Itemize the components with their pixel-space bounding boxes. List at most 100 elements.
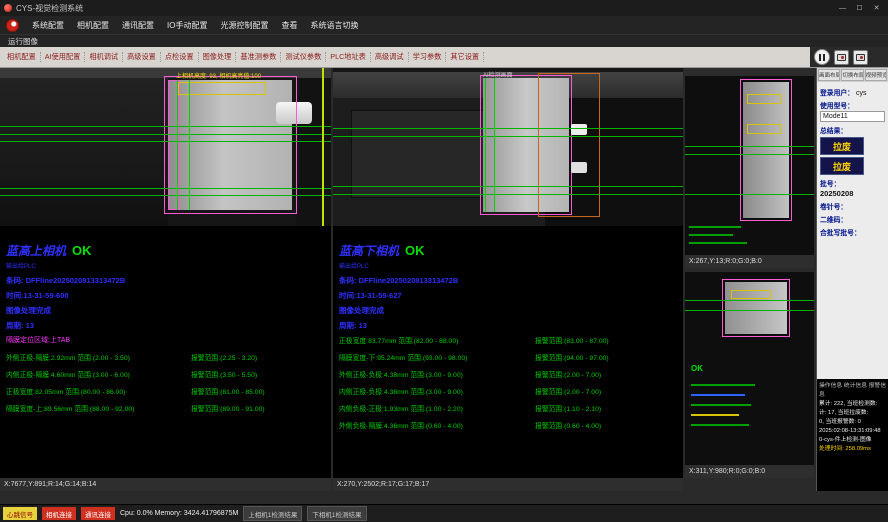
layout-button-3[interactable]: 视频预览 xyxy=(865,69,887,81)
tab-spot-check[interactable]: 点检设置 xyxy=(161,52,199,62)
info-text-line xyxy=(691,404,751,406)
app-icon xyxy=(4,4,12,12)
batch-label: 批号： xyxy=(820,178,885,188)
lower-camera-image[interactable]: AI检测画面 xyxy=(333,68,683,226)
tab-plc-address-table[interactable]: PLC地址表 xyxy=(326,52,371,62)
roi-box-yellow xyxy=(747,124,781,134)
measurement-value: 正极宽度:82.05mm 范围:(80.00 - 86.00) xyxy=(6,386,191,396)
measurement-row: 正极宽度:82.05mm 范围:(80.00 - 86.00) 报警范围:(81… xyxy=(6,386,325,396)
menu-light-control-config[interactable]: 光源控制配置 xyxy=(220,20,268,31)
pause-button[interactable] xyxy=(814,49,830,65)
preview-bottom-image[interactable]: OK xyxy=(685,272,814,465)
tab-image-processing[interactable]: 图像处理 xyxy=(199,52,237,62)
measurement-value: 内侧负极-正极:1.93mm 范围:(1.00 - 2.20) xyxy=(339,403,535,413)
run-image-menu-item[interactable]: 运行图像 xyxy=(8,36,38,47)
measurement-row: 外侧负极-隔膜:4.36mm 范围:(0.60 - 4.00) 报警范围:(0.… xyxy=(339,420,677,430)
roi-box-magenta xyxy=(164,76,297,214)
tab-other-settings[interactable]: 其它设置 xyxy=(446,52,484,62)
cycle-readout: 周期: 13 xyxy=(6,320,325,331)
measurement-value: 隔膜宽度-上:89.56mm 范围:(88.00 - 92.00) xyxy=(6,403,191,413)
app-window: CYS-视觉检测系统 — ☐ ✕ 系统配置 相机配置 通讯配置 IO手动配置 光… xyxy=(0,0,888,522)
camera-height-label: 上相机高度: 93, 相机高亮值:100 xyxy=(176,71,261,80)
menu-view[interactable]: 查看 xyxy=(281,20,297,31)
tab-learning-params[interactable]: 学习参数 xyxy=(409,52,447,62)
measurement-row: 内侧正极-隔膜:4.60mm 范围:(3.00 - 6.00) 报警范围:(3.… xyxy=(6,369,325,379)
alarm-range: 报警范围:(2.25 - 3.20) xyxy=(191,352,325,362)
close-button[interactable]: ✕ xyxy=(869,2,884,14)
preview-column: X:267,Y:13;R:0;G:0;B:0 OK X:311,Y xyxy=(685,68,814,491)
plc-output-note: 输出给PLC xyxy=(6,261,325,270)
tab-baseline-params[interactable]: 基准测参数 xyxy=(236,52,281,62)
pixel-coord-readout: X:267,Y:13;R:0;G:0;B:0 xyxy=(685,255,814,268)
statistics-panel: 操作信息 统计信息 报警信息 累计: 222, 当班检测数: 计: 17, 当班… xyxy=(817,379,888,491)
model-select[interactable]: Mode11 xyxy=(820,111,885,122)
preview-panel-top: X:267,Y:13;R:0;G:0;B:0 xyxy=(685,68,814,268)
menu-language-switch[interactable]: 系统语言切换 xyxy=(310,20,358,31)
preview-top-image[interactable] xyxy=(685,68,814,255)
roi-strip-magenta xyxy=(168,80,180,210)
tab-camera-debug[interactable]: 相机调试 xyxy=(85,52,123,62)
roi-box-magenta xyxy=(722,279,790,337)
measurement-value: 外侧负极-隔膜:4.36mm 范围:(0.60 - 4.00) xyxy=(339,420,535,430)
info-text-line xyxy=(691,384,755,386)
tab-advanced-settings[interactable]: 高级设置 xyxy=(123,52,161,62)
layout-button-2[interactable]: 切换布局 xyxy=(841,69,863,81)
menubar: 系统配置 相机配置 通讯配置 IO手动配置 光源控制配置 查看 系统语言切换 xyxy=(0,16,888,34)
upper-camera-result-button[interactable]: 上相机1检测结果 xyxy=(243,506,302,521)
tab-strip: 相机配置 AI使用配置 相机调试 高级设置 点检设置 图像处理 基准测参数 测试… xyxy=(0,47,810,67)
tab-camera-config[interactable]: 相机配置 xyxy=(3,52,41,62)
stats-line: 0, 当班报警数: 0 xyxy=(819,418,886,427)
result-ok-badge: OK xyxy=(405,243,425,258)
measure-line xyxy=(685,154,814,155)
total-result-label: 总结果： xyxy=(820,125,885,135)
menu-io-manual-config[interactable]: IO手动配置 xyxy=(167,20,207,31)
processing-time: 处理时间: 258.09ms xyxy=(819,445,886,454)
upper-camera-panel: 上相机高度: 93, 相机高亮值:100 蓝高上相机 OK 输出给PLC 条码:… xyxy=(0,68,331,491)
stats-line: 0-cys-件上检测-图像 xyxy=(819,436,886,445)
ai-view-label: AI检测画面 xyxy=(483,70,513,79)
cycle-readout: 周期: 13 xyxy=(339,320,677,331)
heartbeat-indicator: 心跳信号 xyxy=(3,507,37,520)
tab-test-params[interactable]: 测试仪参数 xyxy=(281,52,326,62)
camera-name-label: 蓝高上相机 xyxy=(6,242,66,259)
measurement-row: 隔膜宽度-下:95.24mm 范围:(93.00 - 98.00) 报警范围:(… xyxy=(339,352,677,362)
needle-label: 卷针号： xyxy=(820,201,885,211)
menu-comm-config[interactable]: 通讯配置 xyxy=(122,20,154,31)
lower-camera-result-button[interactable]: 下相机1检测结果 xyxy=(307,506,366,521)
process-status: 图像处理完成 xyxy=(6,305,325,316)
lower-camera-button[interactable] xyxy=(853,50,868,65)
measurement-value: 隔膜宽度-下:95.24mm 范围:(93.00 - 98.00) xyxy=(339,352,535,362)
measure-line xyxy=(685,300,814,301)
pixel-coord-readout: X:270,Y:2502;R:17;G:17;B:17 xyxy=(333,478,683,491)
app-logo-icon xyxy=(6,19,19,32)
measure-line xyxy=(333,194,683,195)
info-sidebar: 画面布局 切换布局 视频预览 登录用户： cys 使用型号： Mode11 总结… xyxy=(816,68,888,491)
maximize-button[interactable]: ☐ xyxy=(852,2,867,14)
minimize-button[interactable]: — xyxy=(835,2,850,14)
upper-camera-image[interactable]: 上相机高度: 93, 相机高亮值:100 xyxy=(0,68,331,226)
info-text-line xyxy=(691,414,739,416)
info-text-line xyxy=(689,226,741,228)
time-readout: 时间:13-31-59-627 xyxy=(339,290,677,301)
upper-camera-button[interactable] xyxy=(834,50,849,65)
alarm-range: 报警范围:(1.10 - 2.10) xyxy=(535,403,677,413)
alarm-range: 报警范围:(3.50 - 5.50) xyxy=(191,369,325,379)
menu-system-config[interactable]: 系统配置 xyxy=(32,20,64,31)
status-bar: 心跳信号 相机连接 通讯连接 Cpu: 0.0% Memory: 3424.41… xyxy=(0,504,888,522)
tab-ai-usage-config[interactable]: AI使用配置 xyxy=(41,52,86,62)
alarm-range: 报警范围:(83.00 - 87.00) xyxy=(535,335,677,345)
measure-line xyxy=(0,188,331,189)
machine-body xyxy=(0,78,168,226)
window-title: CYS-视觉检测系统 xyxy=(16,3,83,14)
measure-line xyxy=(0,134,331,135)
layout-button-1[interactable]: 画面布局 xyxy=(818,69,840,81)
measurement-value: 内侧正极-隔膜:4.60mm 范围:(3.00 - 6.00) xyxy=(6,369,191,379)
time-readout: 时间:13-31-59-600 xyxy=(6,290,325,301)
tab-advanced-debug[interactable]: 高级调试 xyxy=(371,52,409,62)
alarm-range: 报警范围:(89.00 - 91.00) xyxy=(191,403,325,413)
login-label: 登录用户： xyxy=(820,87,854,97)
titlebar: CYS-视觉检测系统 — ☐ ✕ xyxy=(0,0,888,16)
main-area: 上相机高度: 93, 相机高亮值:100 蓝高上相机 OK 输出给PLC 条码:… xyxy=(0,67,888,504)
menu-camera-config[interactable]: 相机配置 xyxy=(77,20,109,31)
lower-result-block: 蓝高下相机 OK 输出给PLC 条码: DFFline2025020813313… xyxy=(333,226,683,478)
